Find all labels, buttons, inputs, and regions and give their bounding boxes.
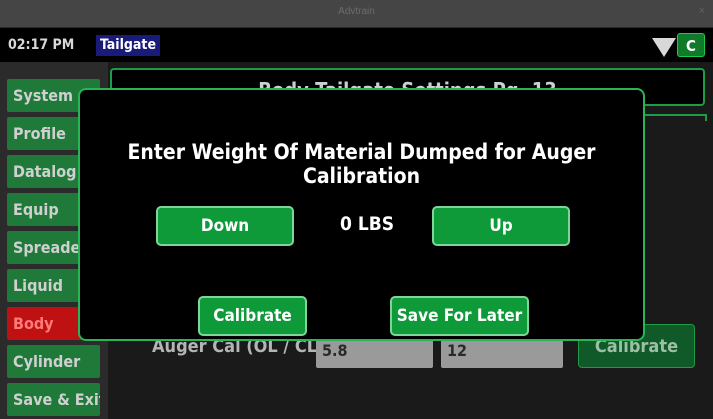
c-button[interactable]: C	[677, 33, 705, 57]
close-icon[interactable]: ×	[699, 5, 705, 17]
window-titlebar: Advtrain ×	[0, 0, 713, 28]
sidebar-item-cylinder[interactable]: Cylinder	[7, 345, 100, 378]
dialog-title: Enter Weight Of Material Dumped for Auge…	[127, 140, 596, 188]
clock-time: 02:17 PM	[8, 37, 75, 53]
sidebar-item-save-exit[interactable]: Save & Exit	[7, 383, 100, 416]
panel-border	[640, 114, 707, 121]
save-for-later-button[interactable]: Save For Later	[390, 296, 529, 336]
up-button[interactable]: Up	[432, 206, 570, 246]
weight-value: 0 LBS	[340, 213, 395, 235]
calibration-dialog: Enter Weight Of Material Dumped for Auge…	[78, 88, 645, 341]
window-title: Advtrain	[338, 6, 375, 17]
down-button[interactable]: Down	[156, 206, 294, 246]
calibrate-button[interactable]: Calibrate	[198, 296, 307, 336]
breadcrumb: Tailgate	[96, 35, 160, 56]
triangle-down-icon[interactable]	[652, 38, 676, 57]
